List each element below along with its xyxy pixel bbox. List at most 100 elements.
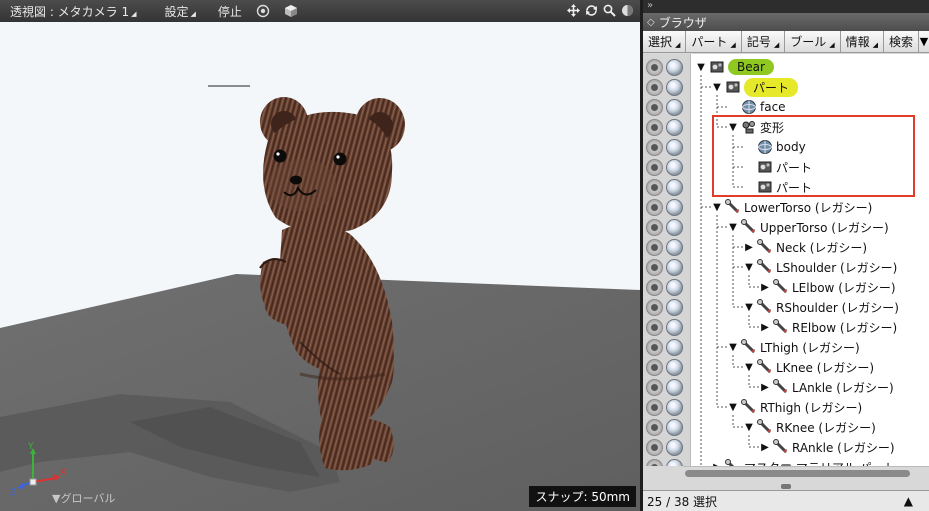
- dropdown-arrow-icon: ◢: [190, 10, 196, 18]
- stop-button[interactable]: 停止: [218, 3, 242, 20]
- dropdown-arrow-icon: ◢: [829, 40, 835, 49]
- tree-node-label: LElbow (レガシー): [792, 280, 896, 295]
- horizontal-scrollbar[interactable]: [683, 466, 929, 480]
- tree-node-label: マスター マテリアル パート: [744, 459, 896, 467]
- collapse-icon[interactable]: »: [647, 0, 653, 11]
- bone-icon: [757, 419, 773, 435]
- snap-readout: スナップ: 50mm: [529, 486, 636, 507]
- tab-select[interactable]: 選択 ◢: [643, 31, 687, 52]
- bone-icon: [757, 359, 773, 375]
- expanded-arrow-icon[interactable]: ▼: [711, 82, 723, 93]
- bone-icon: [773, 279, 789, 295]
- tab-part[interactable]: パート ◢: [686, 31, 742, 52]
- viewport-3d[interactable]: 透視図 : メタカメラ 1 ◢ 設定 ◢ 停止 Y X Z ▼グローバル スナッ…: [0, 0, 640, 511]
- axis-gizmo: Y X Z: [10, 442, 66, 497]
- tab-label: 検索: [889, 35, 914, 49]
- tree-node-label: RAnkle (レガシー): [792, 440, 895, 455]
- expanded-arrow-icon[interactable]: ▼: [711, 202, 723, 213]
- tab-label: ブール: [790, 35, 827, 49]
- browser-panel: » ◇ ブラウザ 選択 ◢ パート ◢ 記号 ◢ ブール ◢ 情報 ◢ 検索 ▼ ▼ Bea…: [643, 0, 929, 511]
- panel-collapse-bar[interactable]: »: [643, 0, 929, 13]
- tree-node-label: LAnkle (レガシー): [792, 380, 894, 395]
- tree-node[interactable]: ▼ LowerTorso (レガシー): [711, 197, 872, 217]
- bone-icon: [725, 199, 741, 215]
- expanded-arrow-icon[interactable]: ▼: [695, 62, 707, 73]
- panel-menu-button[interactable]: ▼: [919, 31, 929, 52]
- expanded-arrow-icon[interactable]: ▼: [743, 422, 755, 433]
- tab-label: 記号: [746, 35, 771, 49]
- tree-node-label: パート: [744, 77, 799, 97]
- tab-boolean[interactable]: ブール ◢: [785, 31, 841, 52]
- bone-icon: [757, 299, 773, 315]
- collapsed-arrow-icon[interactable]: ▶: [759, 382, 771, 393]
- bone-icon: [757, 239, 773, 255]
- panel-title: ブラウザ: [658, 15, 707, 30]
- settings-label: 設定: [164, 4, 189, 19]
- coordinate-space-menu[interactable]: ▼グローバル: [52, 490, 115, 506]
- expanded-arrow-icon[interactable]: ▼: [743, 262, 755, 273]
- tree-node[interactable]: face: [727, 97, 786, 117]
- part-icon: [709, 59, 725, 75]
- cube-icon[interactable]: [284, 4, 298, 18]
- tree-node[interactable]: ▼ LShoulder (レガシー): [743, 257, 897, 277]
- tree-node[interactable]: ▼ LThigh (レガシー): [727, 337, 860, 357]
- browser-tabs: 選択 ◢ パート ◢ 記号 ◢ ブール ◢ 情報 ◢ 検索 ▼: [643, 31, 929, 53]
- expanded-arrow-icon[interactable]: ▼: [743, 362, 755, 373]
- tree-node[interactable]: ▼ UpperTorso (レガシー): [727, 217, 889, 237]
- selection-count: 25 / 38 選択: [647, 494, 718, 509]
- zoom-icon[interactable]: [602, 3, 616, 17]
- expanded-arrow-icon[interactable]: ▼: [743, 302, 755, 313]
- tree-node-label: LShoulder (レガシー): [776, 260, 898, 275]
- collapsed-arrow-icon[interactable]: ▶: [759, 442, 771, 453]
- tab-label: 情報: [845, 35, 870, 49]
- tree-node-label: UpperTorso (レガシー): [760, 220, 889, 235]
- bone-icon: [741, 219, 757, 235]
- tree-node[interactable]: ▼ RShoulder (レガシー): [743, 297, 899, 317]
- expanded-arrow-icon[interactable]: ▼: [727, 402, 739, 413]
- bone-icon: [773, 379, 789, 395]
- tree-node[interactable]: ▶ RElbow (レガシー): [759, 317, 897, 337]
- rotate-icon[interactable]: [584, 3, 598, 17]
- collapsed-arrow-icon[interactable]: ▶: [759, 282, 771, 293]
- scrollbar-thumb[interactable]: [685, 470, 910, 477]
- target-icon[interactable]: [256, 4, 270, 18]
- tree-node[interactable]: ▼ Bear: [695, 57, 774, 77]
- settings-menu[interactable]: 設定 ◢: [165, 3, 196, 20]
- tree-node-label: RShoulder (レガシー): [776, 300, 899, 315]
- view-camera-menu[interactable]: 透視図 : メタカメラ 1 ◢: [10, 3, 137, 20]
- panel-diamond-icon[interactable]: ◇: [647, 17, 655, 28]
- tree-node[interactable]: ▶ LElbow (レガシー): [759, 277, 896, 297]
- axis-z-label: Z: [10, 488, 16, 497]
- dropdown-arrow-icon: ◢: [773, 40, 780, 49]
- tree-node-label: LKnee (レガシー): [776, 360, 875, 375]
- display-mode-icon[interactable]: [620, 3, 634, 17]
- tree-node-label: Neck (レガシー): [776, 240, 868, 255]
- tab-search[interactable]: 検索: [884, 31, 920, 52]
- move-icon[interactable]: [566, 3, 580, 17]
- dropdown-arrow-icon: ◢: [675, 40, 681, 49]
- selection-highlight-box: [712, 115, 915, 197]
- tree-node[interactable]: ▶ LAnkle (レガシー): [759, 377, 894, 397]
- tree-node[interactable]: ▼ パート: [711, 77, 799, 97]
- scene-render[interactable]: [0, 22, 640, 511]
- tree-node[interactable]: ▼ RKnee (レガシー): [743, 417, 876, 437]
- tree-node[interactable]: ▼ RThigh (レガシー): [727, 397, 862, 417]
- axis-x-label: X: [60, 468, 66, 478]
- tree-node[interactable]: ▶ RAnkle (レガシー): [759, 437, 895, 457]
- triangle-up-icon[interactable]: ▲: [904, 494, 913, 508]
- grip-icon[interactable]: [781, 484, 791, 489]
- tab-symbol[interactable]: 記号 ◢: [741, 31, 786, 52]
- tree-node-label: Bear: [728, 59, 774, 75]
- expanded-arrow-icon[interactable]: ▼: [727, 222, 739, 233]
- tree-node[interactable]: ▶マスター マテリアル パート: [711, 457, 896, 466]
- tree-node[interactable]: ▼ LKnee (レガシー): [743, 357, 874, 377]
- tree-node[interactable]: ▶ Neck (レガシー): [743, 237, 867, 257]
- sphere-icon: [741, 99, 757, 115]
- collapsed-arrow-icon[interactable]: ▶: [759, 322, 771, 333]
- dropdown-arrow-icon: ◢: [730, 40, 736, 49]
- bone-icon: [773, 439, 789, 455]
- tree-node-label: LowerTorso (レガシー): [744, 200, 873, 215]
- tab-info[interactable]: 情報 ◢: [840, 31, 885, 52]
- collapsed-arrow-icon[interactable]: ▶: [743, 242, 755, 253]
- expanded-arrow-icon[interactable]: ▼: [727, 342, 739, 353]
